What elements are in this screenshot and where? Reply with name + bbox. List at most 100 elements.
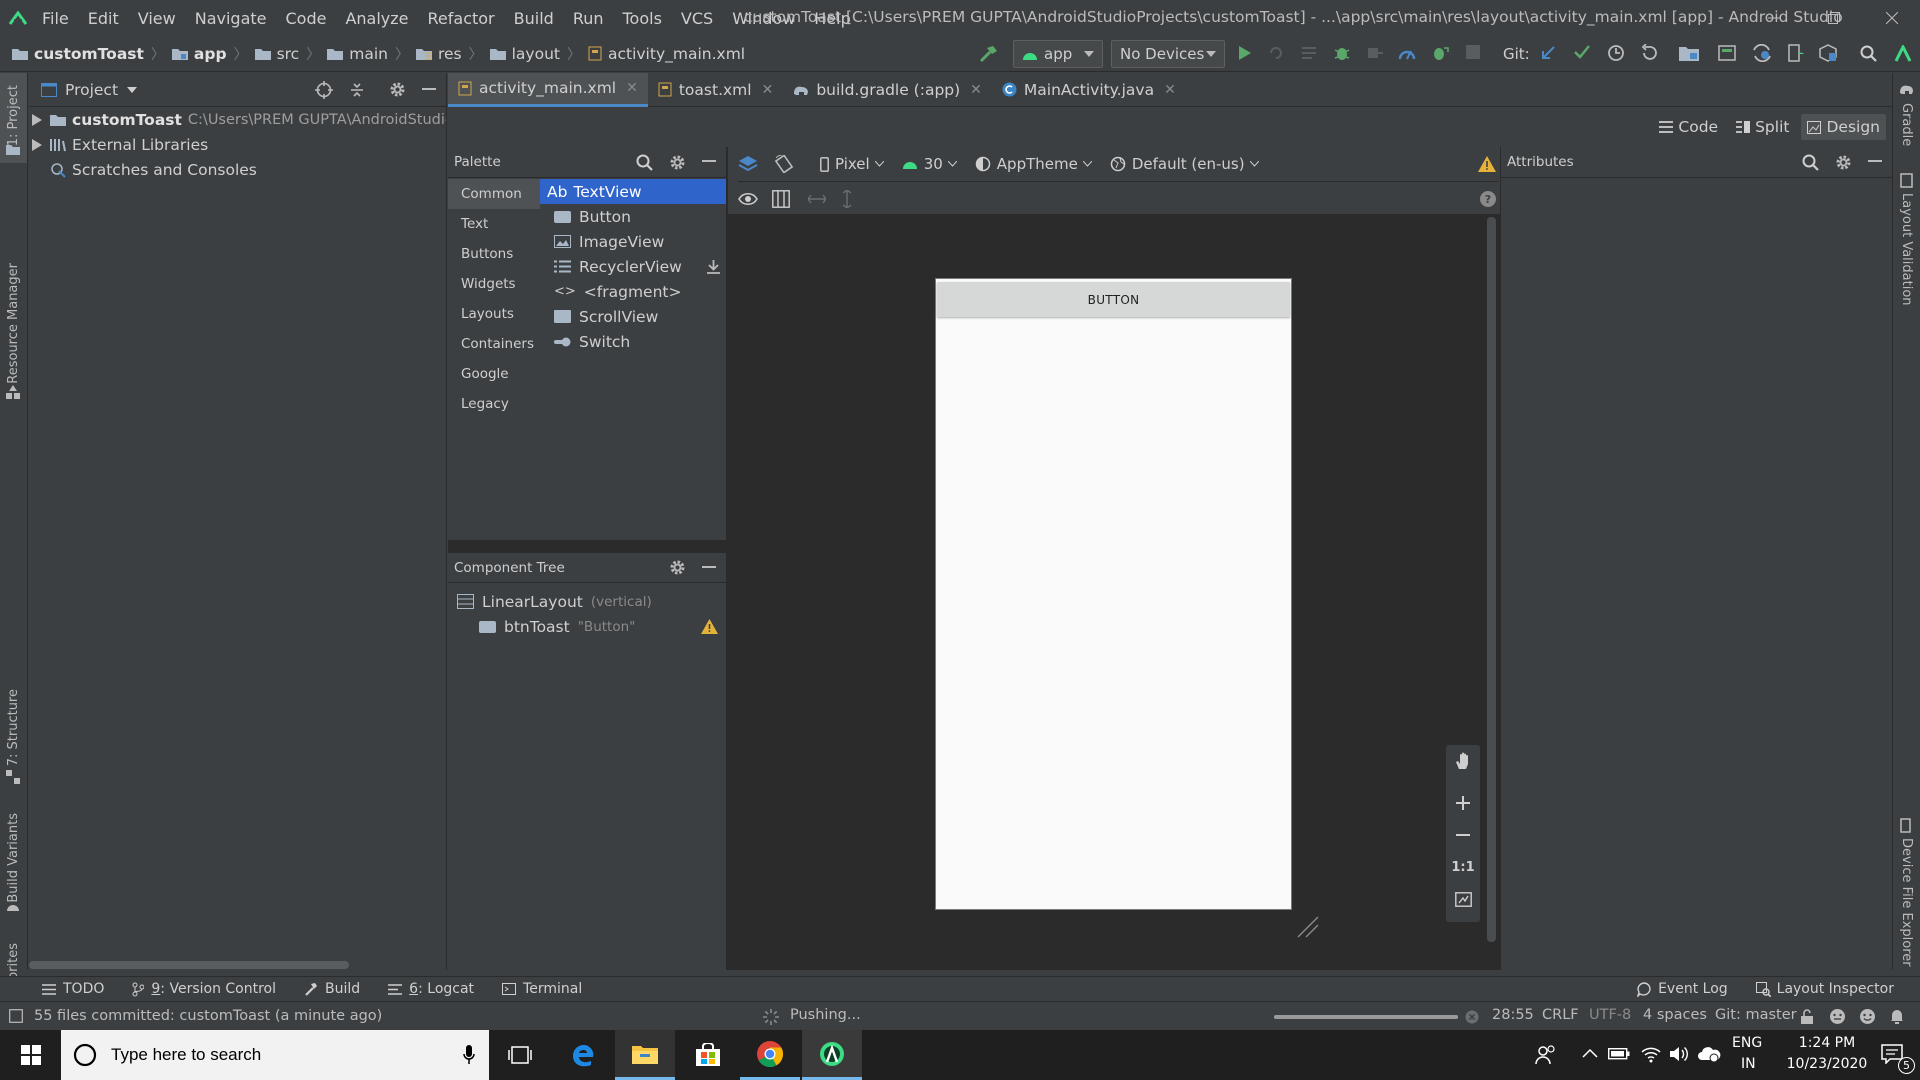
chevron-down-icon[interactable] — [127, 86, 138, 93]
status-message[interactable]: 55 files committed: customToast (a minut… — [34, 1008, 382, 1024]
palette-item-textview[interactable]: Ab TextView — [540, 179, 726, 204]
breadcrumb-project[interactable]: customToast — [12, 45, 144, 63]
taskbar-search-box[interactable]: Type here to search — [61, 1030, 489, 1080]
build-tool-button[interactable]: Build — [304, 981, 360, 997]
tab-main-activity[interactable]: MainActivity.java ✕ — [992, 73, 1186, 107]
palette-item-switch[interactable]: Switch — [540, 329, 726, 354]
android-studio-taskbar-button[interactable] — [802, 1030, 862, 1080]
download-icon[interactable] — [707, 259, 720, 274]
terminal-tool-button[interactable]: Terminal — [502, 981, 582, 997]
tab-build-gradle[interactable]: build.gradle (:app) ✕ — [783, 73, 992, 107]
input-language[interactable]: ENG — [1732, 1035, 1762, 1051]
palette-category-layouts[interactable]: Layouts — [448, 299, 540, 329]
tree-item-project-root[interactable]: customToast C:\Users\PREM GUPTA\AndroidS… — [29, 107, 446, 132]
zoom-out-button[interactable] — [1446, 819, 1480, 851]
attach-debugger-icon[interactable] — [1366, 45, 1384, 61]
breadcrumb-res[interactable]: res — [415, 45, 462, 63]
search-everywhere-icon[interactable] — [1860, 45, 1877, 62]
git-commit-check-icon[interactable] — [1574, 45, 1590, 59]
stop-icon[interactable] — [1466, 45, 1480, 59]
battery-icon[interactable] — [1608, 1046, 1630, 1060]
todo-tool-button[interactable]: TODO — [42, 981, 104, 997]
structure-tool-tab[interactable]: 7: Structure — [0, 613, 27, 788]
pan-hand-button[interactable] — [1446, 745, 1480, 777]
breadcrumb-src[interactable]: src — [254, 45, 299, 63]
file-explorer-taskbar-button[interactable] — [615, 1030, 675, 1080]
zoom-in-button[interactable] — [1446, 787, 1480, 819]
hide-panel-minus-icon[interactable] — [702, 565, 716, 570]
hide-panel-minus-icon[interactable] — [422, 87, 436, 92]
menu-tools[interactable]: Tools — [623, 9, 662, 28]
microsoft-store-taskbar-button[interactable] — [678, 1030, 738, 1080]
menu-file[interactable]: File — [42, 9, 69, 28]
lock-icon[interactable] — [1800, 1009, 1814, 1024]
logcat-tool-button[interactable]: 6: Logcat — [388, 981, 474, 997]
caret-position[interactable]: 28:55 — [1492, 1007, 1534, 1023]
minimize-button[interactable] — [1744, 0, 1804, 36]
orientation-rotate-icon[interactable] — [774, 155, 794, 173]
apply-changes-icon[interactable] — [1268, 45, 1286, 61]
palette-category-widgets[interactable]: Widgets — [448, 269, 540, 299]
resource-manager-tool-tab[interactable]: Resource Manager — [0, 183, 27, 403]
palette-category-buttons[interactable]: Buttons — [448, 239, 540, 269]
gear-icon[interactable] — [1835, 154, 1852, 171]
close-tab-icon[interactable]: ✕ — [970, 82, 982, 98]
palette-item-recyclerview[interactable]: RecyclerView — [540, 254, 726, 279]
start-button[interactable] — [0, 1030, 61, 1080]
palette-category-containers[interactable]: Containers — [448, 329, 540, 359]
warning-icon[interactable] — [1478, 156, 1496, 172]
code-mode-button[interactable]: Code — [1653, 114, 1724, 140]
layout-inspector-tool-button[interactable]: Layout Inspector — [1755, 981, 1894, 997]
resize-handle-icon[interactable] — [1296, 915, 1320, 939]
close-window-button[interactable] — [1862, 0, 1920, 36]
edge-browser-taskbar-button[interactable] — [553, 1030, 613, 1080]
palette-item-fragment[interactable]: <> <fragment> — [540, 279, 726, 304]
preview-button-btntoast[interactable]: BUTTON — [937, 282, 1290, 317]
menu-code[interactable]: Code — [286, 9, 327, 28]
palette-category-legacy[interactable]: Legacy — [448, 389, 540, 419]
tree-item-btntoast[interactable]: btnToast "Button" — [448, 614, 726, 639]
gradle-tool-tab[interactable]: Gradle — [1893, 83, 1920, 163]
onedrive-cloud-icon[interactable] — [1697, 1045, 1721, 1063]
volume-icon[interactable] — [1669, 1045, 1689, 1063]
tab-toast[interactable]: toast.xml ✕ — [648, 73, 783, 107]
gear-icon[interactable] — [389, 81, 406, 98]
warning-icon[interactable] — [701, 619, 718, 634]
horizontal-scrollbar[interactable] — [29, 961, 349, 969]
split-mode-button[interactable]: Split — [1730, 114, 1795, 140]
close-tab-icon[interactable]: ✕ — [1164, 82, 1176, 98]
device-select[interactable]: No Devices — [1111, 40, 1225, 68]
palette-item-imageview[interactable]: ImageView — [540, 229, 726, 254]
chrome-taskbar-button[interactable] — [740, 1030, 800, 1080]
zoom-actual-size-button[interactable]: 1:1 — [1446, 851, 1480, 883]
zoom-to-fit-button[interactable] — [1446, 883, 1480, 915]
build-variants-tool-tab[interactable]: Build Variants — [0, 803, 27, 918]
close-tab-icon[interactable]: ✕ — [762, 82, 774, 98]
menu-build[interactable]: Build — [514, 9, 554, 28]
breadcrumb-file[interactable]: activity_main.xml — [588, 45, 745, 63]
git-history-clock-icon[interactable] — [1607, 44, 1625, 62]
tree-item-external-libraries[interactable]: External Libraries — [29, 132, 446, 157]
version-control-tool-button[interactable]: 9: Version Control — [132, 981, 276, 997]
background-task-label[interactable]: Pushing... — [790, 1007, 861, 1023]
git-rollback-icon[interactable] — [1640, 44, 1658, 62]
device-file-explorer-tool-tab[interactable]: Device File Explorer — [1893, 818, 1920, 968]
run-config-select[interactable]: app — [1013, 40, 1103, 68]
wifi-icon[interactable] — [1641, 1045, 1661, 1063]
gear-icon[interactable] — [669, 154, 686, 171]
sdk-download-icon[interactable] — [1819, 44, 1837, 62]
run-icon[interactable] — [1238, 45, 1252, 61]
expand-arrow-icon[interactable] — [32, 113, 42, 126]
locale-select[interactable]: Default (en-us) — [1110, 155, 1259, 173]
input-region[interactable]: IN — [1741, 1056, 1756, 1072]
close-tab-icon[interactable]: ✕ — [626, 80, 638, 96]
hide-panel-minus-icon[interactable] — [1868, 160, 1882, 164]
inspection-face-icon[interactable] — [1859, 1008, 1876, 1025]
task-view-button[interactable] — [490, 1030, 550, 1080]
attach-process-icon[interactable] — [1431, 44, 1449, 62]
avd-manager-icon[interactable] — [1786, 44, 1804, 62]
sdk-manager-icon[interactable] — [1718, 45, 1736, 61]
menu-navigate[interactable]: Navigate — [195, 9, 267, 28]
project-view-select[interactable]: Project — [65, 81, 118, 99]
breadcrumb-layout[interactable]: layout — [489, 45, 560, 63]
